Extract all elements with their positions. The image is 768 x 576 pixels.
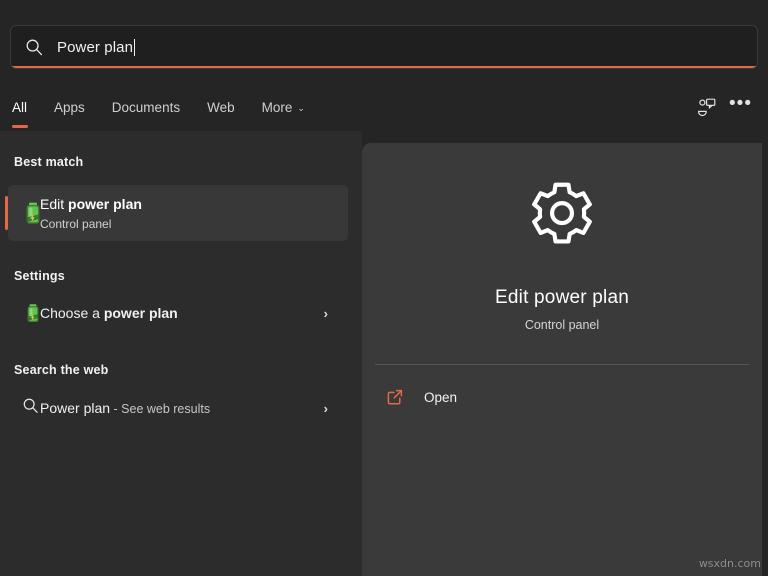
preview-hero: Edit power plan Control panel [362,143,762,332]
tab-documents[interactable]: Documents [112,96,180,119]
open-action-row[interactable]: Open [362,381,762,413]
filter-tab-bar: All Apps Documents Web More ⌄ ••• [0,86,768,128]
section-heading-search-the-web: Search the web [14,363,109,377]
tab-more-label: More [261,99,293,115]
results-pane: Best match Edit power plan Control panel… [0,131,362,576]
tab-all[interactable]: All [12,96,27,119]
tab-apps[interactable]: Apps [54,96,85,119]
tab-apps-label: Apps [54,99,85,115]
result-row-choose-a-power-plan[interactable]: Choose a power plan › [8,291,354,335]
preview-pane: Edit power plan Control panel Open [362,143,762,576]
search-icon [22,397,44,419]
chevron-down-icon: ⌄ [297,102,305,113]
section-heading-settings: Settings [14,269,65,283]
feedback-chat-icon[interactable] [695,96,717,118]
result-label: Choose a power plan [40,305,178,321]
preview-divider [375,364,749,365]
result-row-web-search[interactable]: Power plan - See web results › [8,386,354,430]
result-subtitle: Control panel [40,216,112,231]
preview-subtitle: Control panel [524,318,600,332]
search-icon [25,38,43,56]
search-input[interactable]: Power plan [57,39,133,56]
result-label: Power plan - See web results [40,400,211,416]
result-row-edit-power-plan[interactable]: Edit power plan Control panel [5,185,348,241]
windows-search-overlay: Power plan All Apps Documents Web More ⌄ [0,0,768,576]
chevron-right-icon[interactable]: › [324,401,328,416]
battery-power-icon [20,200,46,226]
open-external-icon [386,388,404,406]
result-title: Edit power plan [40,195,142,212]
more-options-button[interactable]: ••• [729,94,752,120]
open-action-label: Open [424,389,458,405]
battery-power-icon [22,302,44,324]
tab-documents-label: Documents [111,99,181,115]
result-row-text: Edit power plan Control panel [40,195,142,232]
search-box[interactable]: Power plan [10,25,758,69]
watermark: wsxdn.com [698,557,761,570]
text-caret [134,38,136,56]
selection-accent-bar [5,196,8,230]
tab-web-label: Web [207,99,235,115]
tab-more[interactable]: More ⌄ [262,96,305,119]
section-heading-best-match: Best match [14,155,84,169]
tab-all-label: All [12,99,28,115]
gear-settings-icon [519,176,605,262]
tab-web[interactable]: Web [207,96,235,119]
preview-title: Edit power plan [495,287,629,308]
chevron-right-icon[interactable]: › [324,306,328,321]
